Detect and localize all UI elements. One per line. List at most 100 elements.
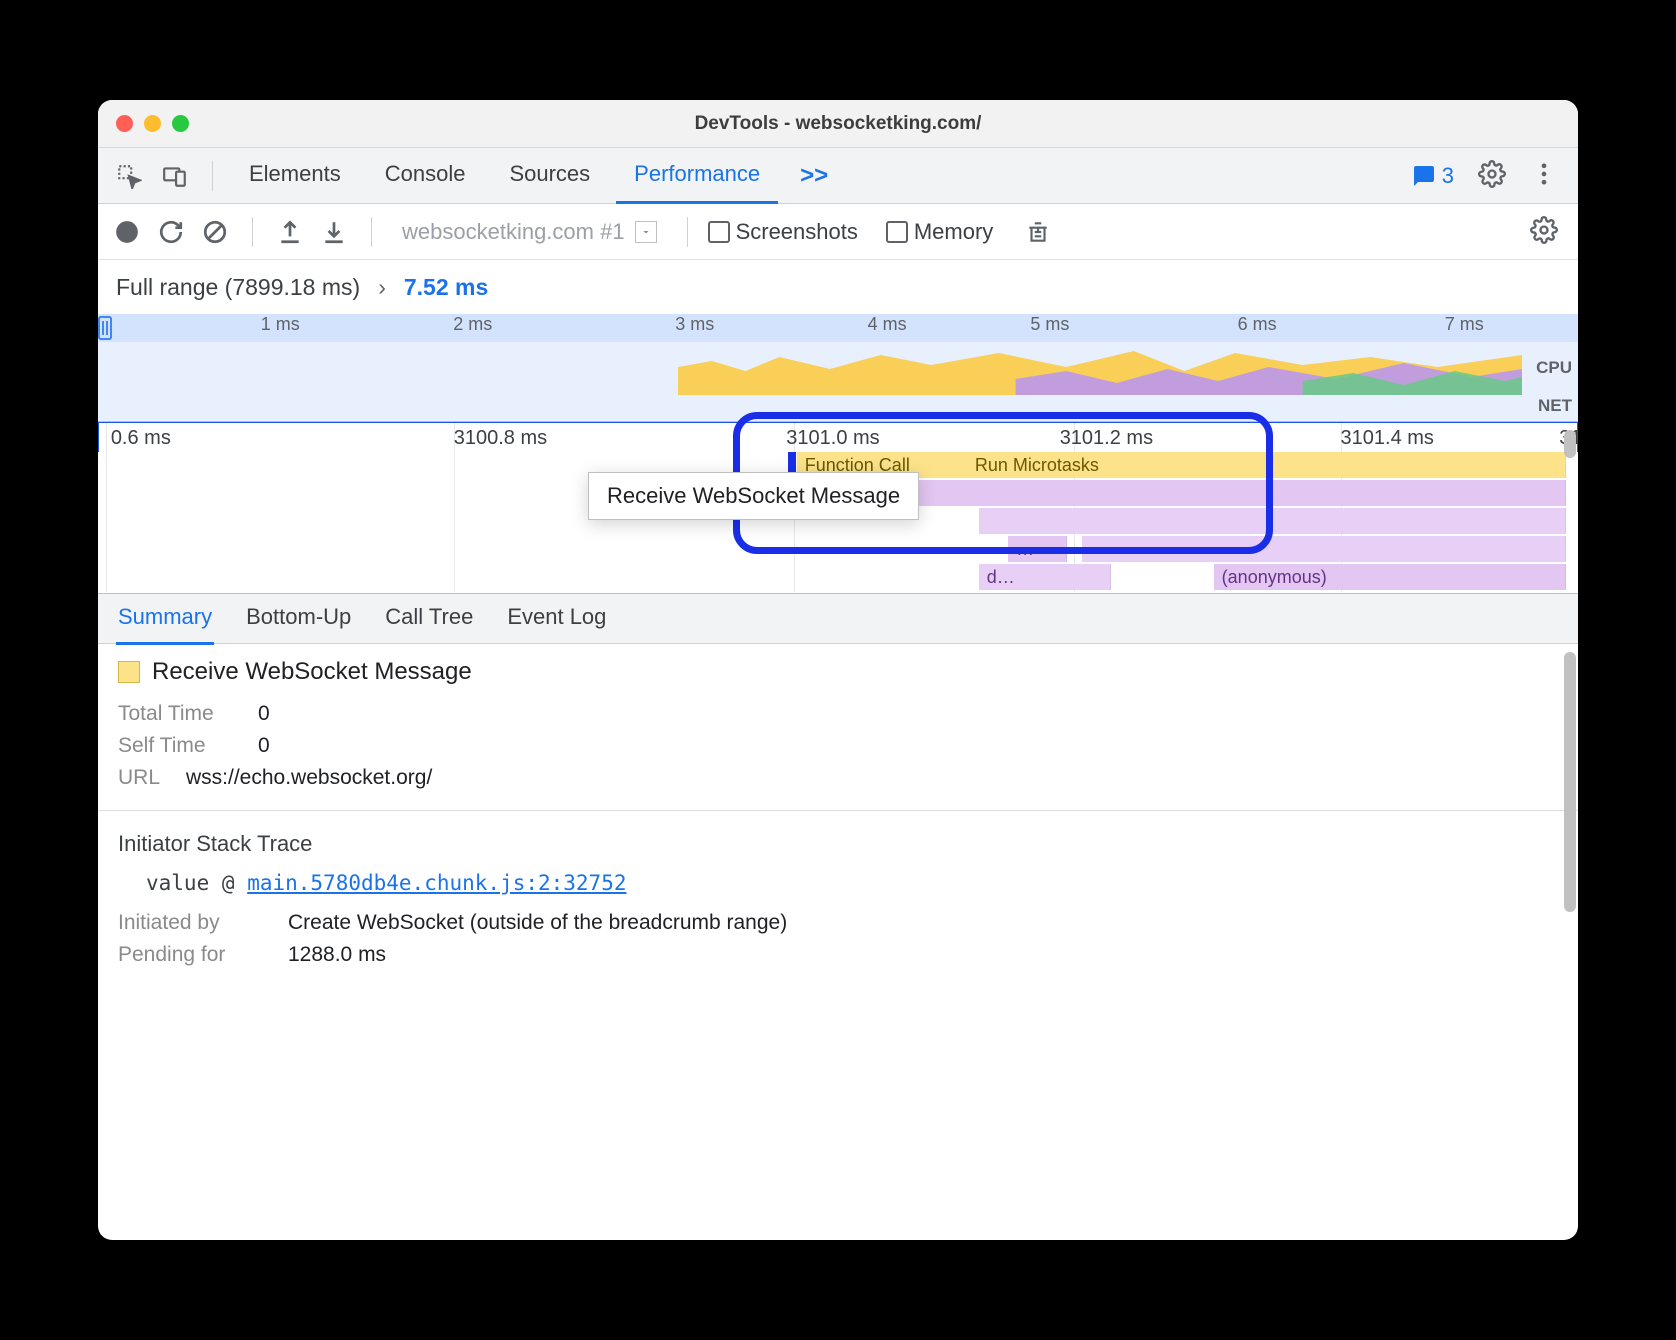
reload-button[interactable] — [154, 215, 188, 249]
timeline-overview[interactable]: 1 ms 2 ms 3 ms 4 ms 5 ms 6 ms 7 ms CPU N… — [98, 314, 1578, 422]
net-lane-label: NET — [1538, 396, 1572, 416]
traffic-lights — [116, 115, 189, 132]
overview-tick: 6 ms — [1238, 314, 1277, 335]
flame-chart[interactable]: 0.6 ms 3100.8 ms 3101.0 ms 3101.2 ms 310… — [98, 422, 1578, 594]
recording-select[interactable]: websocketking.com #1 — [392, 219, 667, 245]
tab-bottom-up[interactable]: Bottom-Up — [244, 592, 353, 645]
cpu-lane-label: CPU — [1536, 358, 1572, 378]
screenshots-label: Screenshots — [736, 219, 858, 245]
tab-console[interactable]: Console — [367, 148, 484, 204]
close-window-button[interactable] — [116, 115, 133, 132]
tab-sources[interactable]: Sources — [491, 148, 608, 204]
tab-call-tree[interactable]: Call Tree — [383, 592, 475, 645]
self-time-value: 0 — [258, 734, 270, 758]
more-menu-icon[interactable] — [1522, 160, 1566, 191]
overview-handle-right[interactable] — [98, 316, 112, 340]
url-label: URL — [118, 766, 166, 790]
flame-bar[interactable] — [979, 508, 1566, 534]
flame-tick: 3101.2 ms — [1060, 427, 1153, 450]
url-row: URL wss://echo.websocket.org/ — [118, 766, 1558, 790]
overview-tick: 2 ms — [453, 314, 492, 335]
flame-bar[interactable] — [1082, 536, 1566, 562]
issues-count: 3 — [1442, 163, 1454, 189]
flame-bar[interactable]: d… — [979, 564, 1111, 590]
breadcrumb-current[interactable]: 7.52 ms — [404, 274, 488, 301]
pending-row: Pending for 1288.0 ms — [118, 943, 1558, 967]
overview-tick: 1 ms — [261, 314, 300, 335]
flame-tick: 3101.0 ms — [786, 427, 879, 450]
checkbox-icon — [886, 221, 908, 243]
garbage-collect-icon[interactable] — [1021, 215, 1055, 249]
chevron-right-icon: › — [378, 274, 386, 301]
initiated-by-row: Initiated by Create WebSocket (outside o… — [118, 911, 1558, 935]
tab-elements[interactable]: Elements — [231, 148, 359, 204]
divider — [687, 217, 688, 247]
flame-tick: 3101.4 ms — [1341, 427, 1434, 450]
memory-checkbox[interactable]: Memory — [886, 219, 993, 245]
initiator-heading: Initiator Stack Trace — [118, 831, 1558, 857]
overview-tick: 5 ms — [1030, 314, 1069, 335]
breadcrumb-full-range[interactable]: Full range (7899.18 ms) — [116, 274, 360, 301]
devtools-tabstrip: Elements Console Sources Performance >> … — [98, 148, 1578, 204]
tab-summary[interactable]: Summary — [116, 592, 214, 645]
color-swatch — [118, 661, 140, 683]
issues-badge[interactable]: 3 — [1404, 163, 1462, 189]
checkbox-icon — [708, 221, 730, 243]
screenshots-checkbox[interactable]: Screenshots — [708, 219, 858, 245]
stack-trace-row: value @ main.5780db4e.chunk.js:2:32752 — [118, 871, 1558, 895]
device-toggle-icon[interactable] — [156, 157, 194, 195]
download-button[interactable] — [317, 215, 351, 249]
total-time-row: Total Time 0 — [118, 702, 1558, 726]
overview-flame — [678, 349, 1522, 395]
divider — [98, 810, 1578, 811]
initiated-by-value: Create WebSocket (outside of the breadcr… — [288, 911, 787, 935]
total-time-value: 0 — [258, 702, 270, 726]
url-value: wss://echo.websocket.org/ — [186, 766, 432, 790]
tabs-overflow-button[interactable]: >> — [786, 162, 842, 190]
maximize-window-button[interactable] — [172, 115, 189, 132]
flame-tick: 3100.8 ms — [454, 427, 547, 450]
capture-settings-icon[interactable] — [1522, 216, 1566, 247]
upload-button[interactable] — [273, 215, 307, 249]
summary-title: Receive WebSocket Message — [118, 658, 1558, 686]
overview-ruler: 1 ms 2 ms 3 ms 4 ms 5 ms 6 ms 7 ms — [98, 314, 1578, 342]
detail-tabs: Summary Bottom-Up Call Tree Event Log — [98, 594, 1578, 644]
pending-label: Pending for — [118, 943, 268, 967]
settings-icon[interactable] — [1470, 160, 1514, 191]
window-title: DevTools - websocketking.com/ — [98, 113, 1578, 135]
divider — [252, 217, 253, 247]
trace-function: value — [146, 871, 209, 895]
flame-bar[interactable]: (anonymous) — [1214, 564, 1566, 590]
summary-panel: Receive WebSocket Message Total Time 0 S… — [98, 644, 1578, 1240]
tab-event-log[interactable]: Event Log — [505, 592, 608, 645]
pending-value: 1288.0 ms — [288, 943, 386, 967]
total-time-label: Total Time — [118, 702, 238, 726]
titlebar: DevTools - websocketking.com/ — [98, 100, 1578, 148]
overview-tick: 4 ms — [868, 314, 907, 335]
divider — [212, 161, 213, 191]
trace-at: @ — [222, 871, 235, 895]
flame-tick: 0.6 ms — [111, 427, 171, 450]
minimize-window-button[interactable] — [144, 115, 161, 132]
tab-performance[interactable]: Performance — [616, 148, 778, 204]
scrollbar-thumb[interactable] — [1564, 430, 1576, 458]
record-button[interactable] — [110, 215, 144, 249]
scrollbar-thumb[interactable] — [1564, 652, 1576, 912]
divider — [371, 217, 372, 247]
flame-bar[interactable]: … — [1008, 536, 1067, 562]
recording-label: websocketking.com #1 — [402, 219, 625, 245]
clear-button[interactable] — [198, 215, 232, 249]
self-time-label: Self Time — [118, 734, 238, 758]
overview-tick: 3 ms — [675, 314, 714, 335]
initiated-by-label: Initiated by — [118, 911, 268, 935]
breadcrumb: Full range (7899.18 ms) › 7.52 ms — [98, 260, 1578, 314]
flame-tooltip: Receive WebSocket Message — [588, 472, 919, 520]
memory-label: Memory — [914, 219, 993, 245]
overview-tick: 7 ms — [1445, 314, 1484, 335]
chevron-down-icon — [635, 221, 657, 243]
inspect-element-icon[interactable] — [110, 157, 148, 195]
flame-ruler: 0.6 ms 3100.8 ms 3101.0 ms 3101.2 ms 310… — [98, 422, 1578, 452]
self-time-row: Self Time 0 — [118, 734, 1558, 758]
trace-source-link[interactable]: main.5780db4e.chunk.js:2:32752 — [247, 871, 626, 895]
performance-toolbar: websocketking.com #1 Screenshots Memory — [98, 204, 1578, 260]
